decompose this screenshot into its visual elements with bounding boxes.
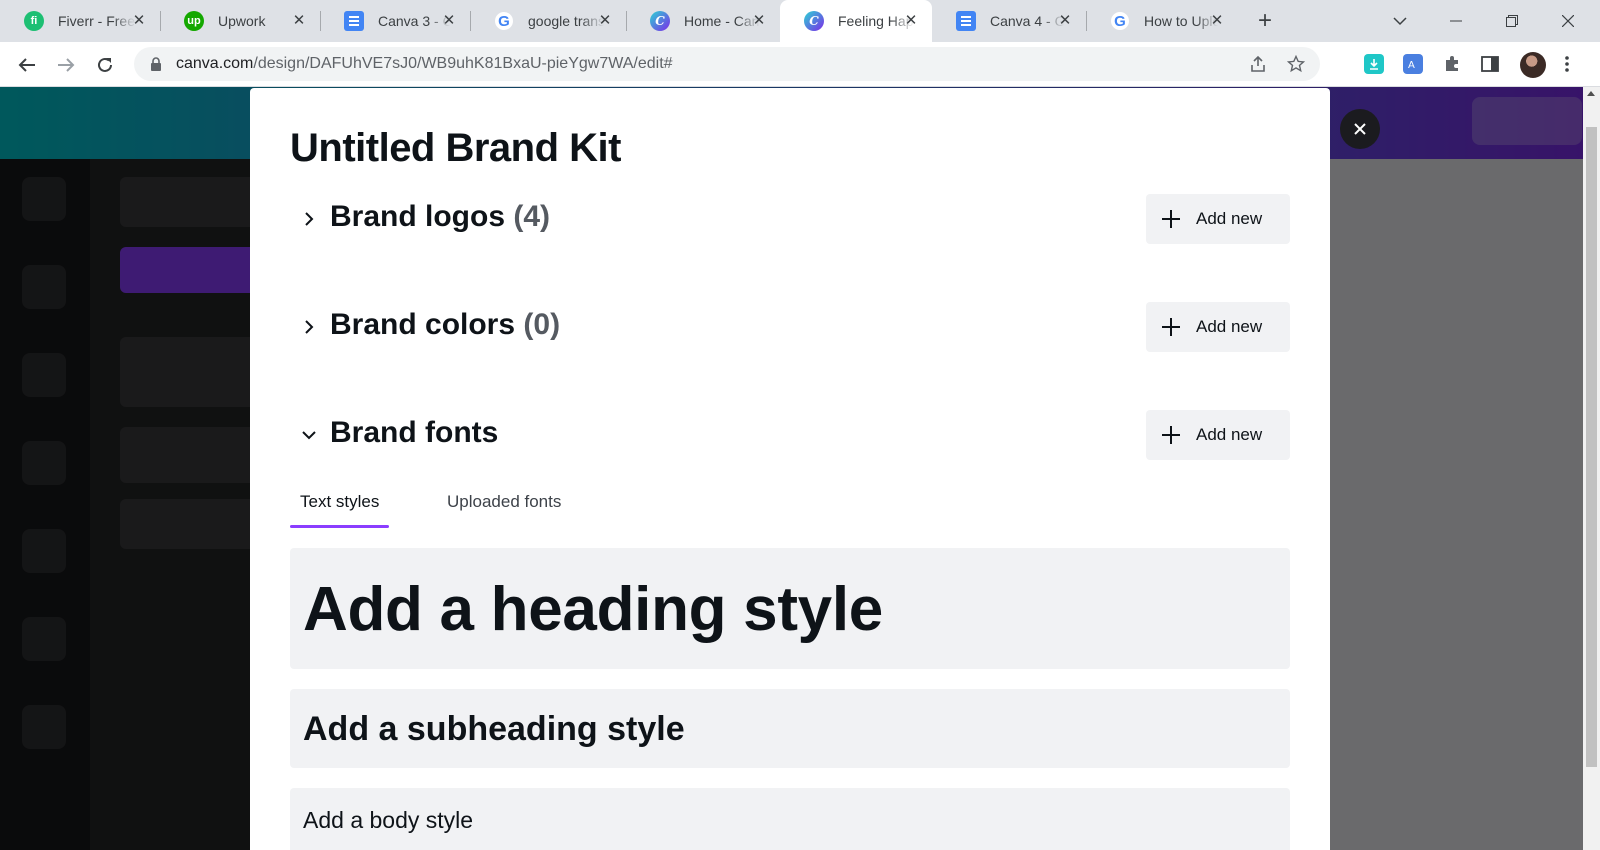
tab-search-icon[interactable]	[1372, 0, 1428, 42]
chevron-right-icon[interactable]	[300, 210, 318, 228]
browser-tab-canva3-doc[interactable]: Canva 3 - Google Docs ✕	[320, 0, 470, 42]
tab-title: Canva 4 - Google Docs	[990, 13, 1064, 29]
fiverr-icon: fi	[24, 11, 44, 31]
heading-style-text: Add a heading style	[303, 575, 883, 644]
brand-fonts-section: Brand fonts Add new	[290, 410, 1290, 460]
forward-icon[interactable]	[51, 50, 81, 80]
tab-title: Fiverr - Freelance	[58, 13, 136, 29]
tab-title: Home - Canva	[684, 13, 760, 29]
brand-logos-header[interactable]: Brand logos (4)	[330, 200, 550, 234]
plus-icon	[1160, 208, 1182, 230]
subheading-style-card[interactable]: Add a subheading style	[290, 689, 1290, 768]
body-style-text: Add a body style	[303, 807, 474, 833]
back-icon[interactable]	[12, 50, 42, 80]
docs-icon	[956, 11, 976, 31]
chrome-menu-icon[interactable]	[1562, 54, 1572, 74]
tab-title: Upwork	[218, 13, 266, 29]
font-tabs: Text styles Uploaded fonts	[290, 484, 1290, 528]
tab-uploaded-fonts[interactable]: Uploaded fonts	[437, 484, 571, 528]
new-tab-button[interactable]: +	[1252, 9, 1278, 35]
close-tab-icon[interactable]: ✕	[596, 12, 614, 30]
lock-icon[interactable]	[148, 56, 164, 72]
tab-text-styles[interactable]: Text styles	[290, 484, 390, 528]
docs-icon	[344, 11, 364, 31]
svg-text:A: A	[1408, 60, 1415, 70]
add-new-label: Add new	[1196, 317, 1263, 336]
canva-icon: C	[804, 11, 824, 31]
brand-fonts-header[interactable]: Brand fonts	[330, 416, 498, 450]
upwork-icon: up	[184, 11, 204, 31]
browser-tab-how-to-upload[interactable]: G How to Upload ✕	[1086, 0, 1238, 42]
scroll-up-arrow-icon[interactable]	[1587, 91, 1595, 96]
scrollbar-thumb[interactable]	[1586, 127, 1597, 767]
chevron-down-icon[interactable]	[300, 426, 318, 444]
url-text: canva.com/design/DAFUhVE7sJ0/WB9uhK81Bxa…	[176, 55, 673, 72]
close-tab-icon[interactable]: ✕	[440, 12, 458, 30]
add-new-label: Add new	[1196, 209, 1263, 228]
plus-icon	[1160, 424, 1182, 446]
heading-style-card[interactable]: Add a heading style	[290, 548, 1290, 669]
chevron-right-icon[interactable]	[300, 318, 318, 336]
brand-kit-title: Untitled Brand Kit	[290, 126, 621, 170]
page-scrollbar[interactable]	[1583, 87, 1600, 850]
browser-tab-fiverr[interactable]: fi Fiverr - Freelance ✕	[0, 0, 160, 42]
add-font-button[interactable]: Add new	[1146, 410, 1290, 460]
tab-title: google translate	[528, 13, 604, 29]
google-icon: G	[494, 11, 514, 31]
bookmark-star-icon[interactable]	[1286, 54, 1306, 74]
subheading-style-text: Add a subheading style	[303, 710, 685, 748]
brand-logos-section: Brand logos (4) Add new	[290, 194, 1290, 244]
window-close-icon[interactable]	[1540, 0, 1596, 42]
extensions-puzzle-icon[interactable]	[1442, 54, 1462, 74]
browser-tab-google-translate[interactable]: G google translate ✕	[470, 0, 626, 42]
minimize-icon[interactable]	[1428, 0, 1484, 42]
reload-icon[interactable]	[90, 50, 120, 80]
body-style-card[interactable]: Add a body style	[290, 788, 1290, 850]
share-page-icon[interactable]	[1248, 54, 1268, 74]
add-color-button[interactable]: Add new	[1146, 302, 1290, 352]
close-tab-icon[interactable]: ✕	[1208, 12, 1226, 30]
brand-colors-section: Brand colors (0) Add new	[290, 302, 1290, 352]
tab-title: How to Upload	[1144, 13, 1218, 29]
close-tab-icon[interactable]: ✕	[902, 12, 920, 30]
close-tab-icon[interactable]: ✕	[290, 12, 308, 30]
browser-tab-upwork[interactable]: up Upwork ✕	[160, 0, 320, 42]
address-bar[interactable]: canva.com/design/DAFUhVE7sJ0/WB9uhK81Bxa…	[134, 47, 1320, 81]
restore-icon[interactable]	[1484, 0, 1540, 42]
browser-tab-canva4-doc[interactable]: Canva 4 - Google Docs ✕	[932, 0, 1086, 42]
translate-extension-icon[interactable]: A	[1403, 54, 1423, 74]
add-new-label: Add new	[1196, 425, 1263, 444]
close-tab-icon[interactable]: ✕	[130, 12, 148, 30]
canva-icon: C	[650, 11, 670, 31]
extension-icon[interactable]	[1364, 54, 1384, 74]
plus-icon	[1160, 316, 1182, 338]
brand-kit-modal: Untitled Brand Kit Brand logos (4) Add n…	[250, 88, 1330, 850]
browser-tab-strip: fi Fiverr - Freelance ✕ up Upwork ✕ Canv…	[0, 0, 1600, 42]
close-modal-button[interactable]	[1340, 109, 1380, 149]
google-icon: G	[1110, 11, 1130, 31]
side-panel-icon[interactable]	[1480, 54, 1500, 74]
profile-avatar[interactable]	[1520, 52, 1546, 78]
close-tab-icon[interactable]: ✕	[1056, 12, 1074, 30]
add-logo-button[interactable]: Add new	[1146, 194, 1290, 244]
brand-colors-header[interactable]: Brand colors (0)	[330, 308, 560, 342]
close-tab-icon[interactable]: ✕	[750, 12, 768, 30]
browser-tab-canva-home[interactable]: C Home - Canva ✕	[626, 0, 780, 42]
browser-tab-feeling-happy[interactable]: C Feeling Happy ✕	[780, 0, 932, 42]
browser-toolbar: canva.com/design/DAFUhVE7sJ0/WB9uhK81Bxa…	[0, 42, 1600, 87]
